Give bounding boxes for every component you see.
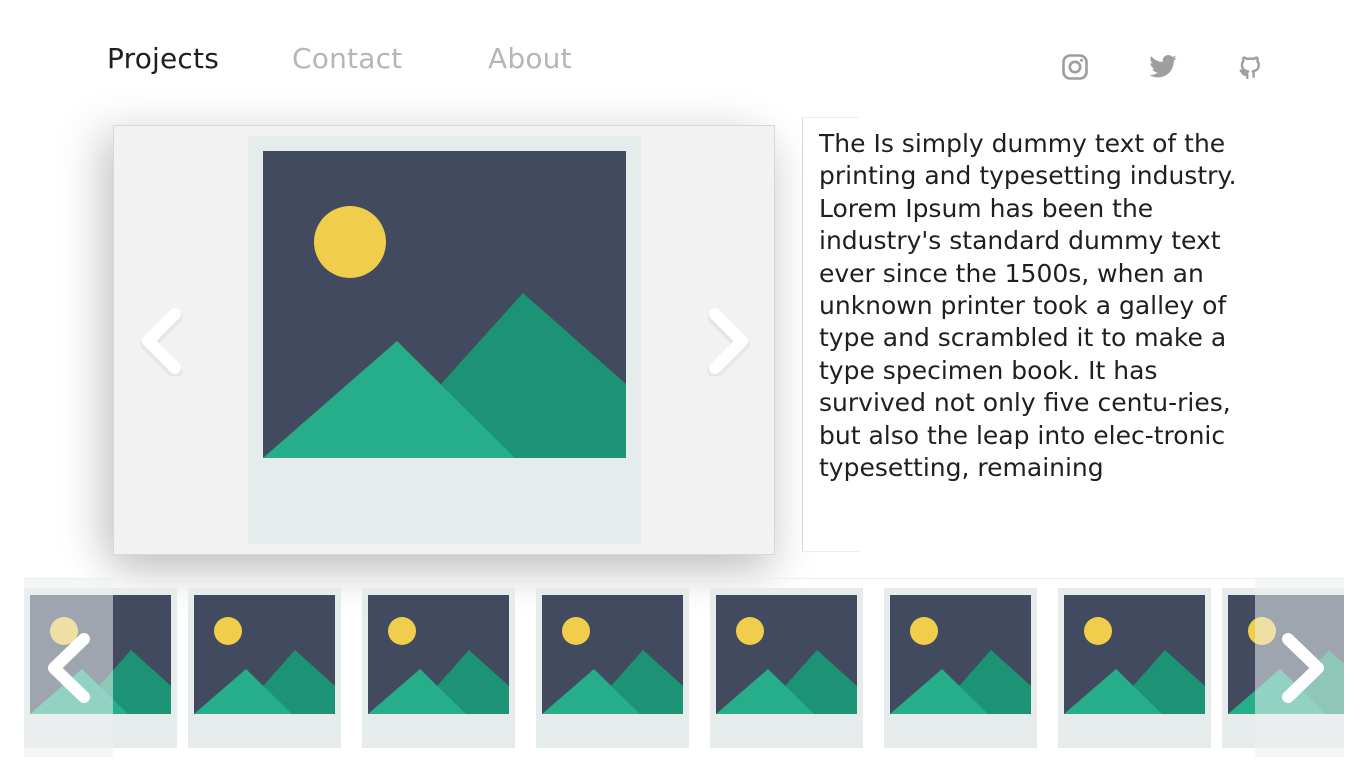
thumbnail[interactable]	[188, 588, 341, 748]
image-viewer	[113, 125, 775, 555]
project-description: The Is simply dummy text of the printing…	[819, 129, 1237, 483]
landscape-placeholder-image	[194, 595, 335, 714]
landscape-placeholder-image	[716, 595, 857, 714]
landscape-placeholder-image	[890, 595, 1031, 714]
landscape-placeholder-image	[1064, 595, 1205, 714]
thumbnail[interactable]	[884, 588, 1037, 748]
thumbnail[interactable]	[710, 588, 863, 748]
image-frame	[248, 136, 641, 544]
nav-contact[interactable]: Contact	[292, 42, 402, 75]
nav-projects[interactable]: Projects	[107, 42, 219, 75]
chevron-right-icon[interactable]	[1274, 629, 1330, 707]
nav-about[interactable]: About	[488, 42, 572, 75]
thumbnail-strip	[24, 578, 1344, 757]
thumbnail[interactable]	[536, 588, 689, 748]
chevron-right-icon[interactable]	[698, 306, 754, 376]
thumbnail[interactable]	[1058, 588, 1211, 748]
instagram-icon[interactable]	[1060, 52, 1090, 82]
landscape-placeholder-image	[542, 595, 683, 714]
landscape-placeholder-image	[368, 595, 509, 714]
github-icon[interactable]	[1236, 52, 1266, 82]
twitter-icon[interactable]	[1148, 52, 1178, 82]
landscape-placeholder-image	[263, 151, 626, 458]
chevron-left-icon[interactable]	[42, 629, 98, 707]
chevron-left-icon[interactable]	[136, 306, 192, 376]
thumbnail[interactable]	[362, 588, 515, 748]
